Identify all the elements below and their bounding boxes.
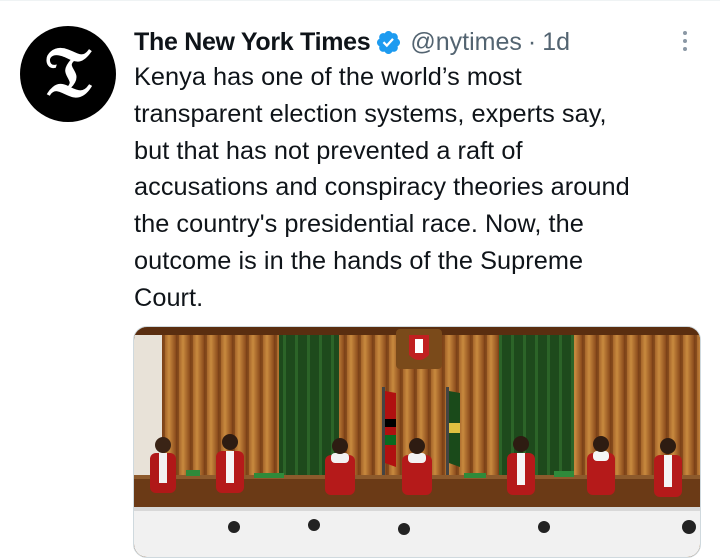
author-handle[interactable]: @nytimes (410, 28, 522, 57)
courtroom-photo (134, 327, 700, 557)
tweet-line: outcome is in the hands of the Supreme (134, 246, 584, 275)
tweet-line: Court. (134, 283, 204, 312)
tweet-line: Kenya has one of the world’s most (134, 63, 522, 91)
author-name[interactable]: The New York Times (134, 28, 371, 57)
tweet-line: but that has not prevented a raft of (134, 136, 523, 165)
more-options-icon[interactable] (676, 26, 694, 56)
more-dot (683, 39, 687, 43)
top-divider (0, 0, 720, 1)
verified-badge-icon (377, 30, 401, 54)
nyt-logo-icon: 𝔗 (44, 30, 92, 113)
avatar[interactable]: 𝔗 (20, 26, 116, 122)
judges-group (150, 434, 682, 497)
tweet-text: Kenya has one of the world’s most transp… (134, 59, 704, 317)
tweet-header: The New York Times @nytimes · 1d (134, 26, 694, 58)
separator-dot: · (527, 27, 537, 56)
more-dot (683, 31, 687, 35)
tweet-line: accusations and conspiracy theories arou… (134, 173, 630, 202)
more-dot (683, 47, 687, 51)
tweet-line: the country's presidential race. Now, th… (134, 210, 584, 239)
tweet-line: transparent election systems, experts sa… (134, 99, 607, 128)
tweet-timestamp[interactable]: 1d (542, 28, 570, 57)
tweet-photo[interactable] (133, 326, 701, 558)
